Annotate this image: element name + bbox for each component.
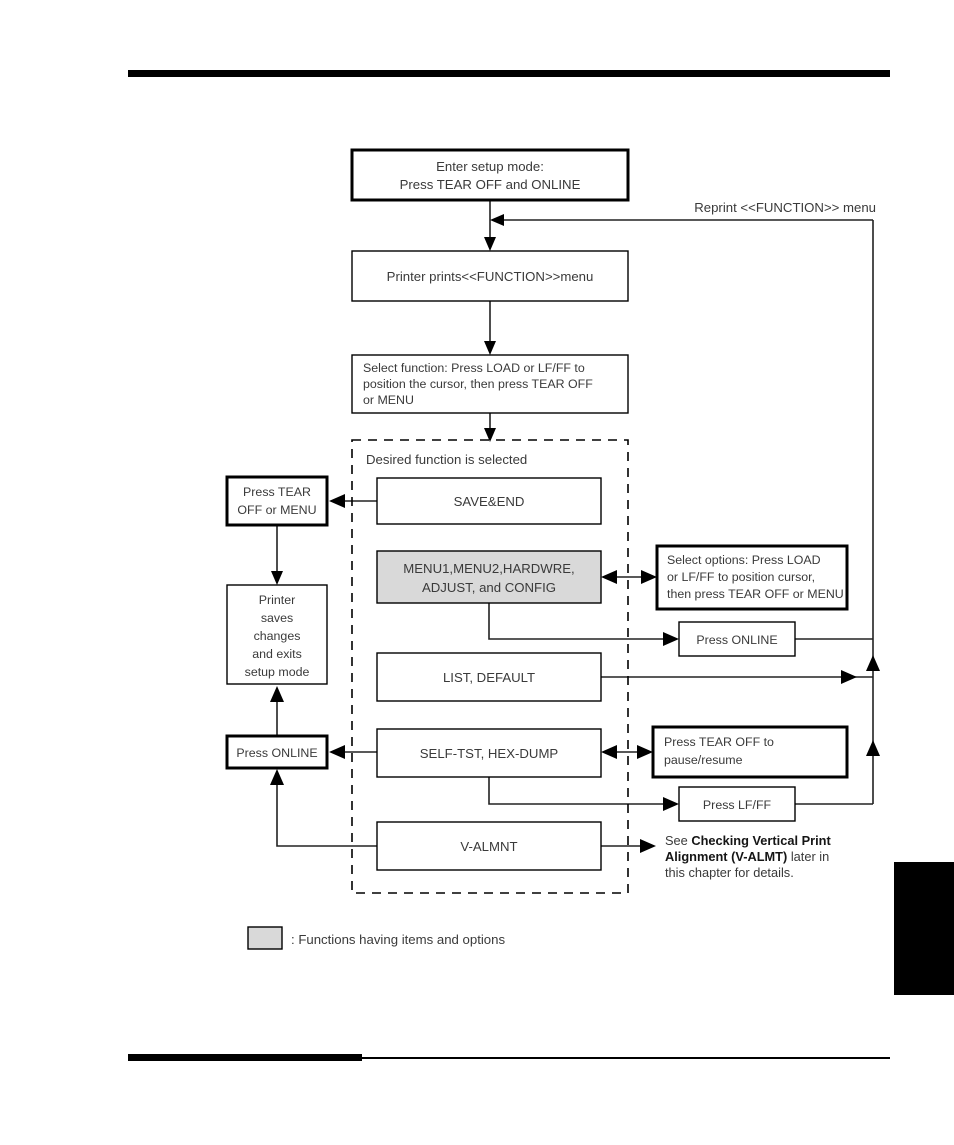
node-select-function: Select function: Press LOAD or LF/FF to …: [351, 354, 629, 414]
note-line2-plain: later in: [787, 849, 829, 864]
press-tear-off-line-1: Press TEAR: [243, 485, 311, 499]
select-function-line-2: position the cursor, then press TEAR OFF: [363, 377, 593, 391]
page-canvas: Desired function is selected Enter setup…: [0, 0, 954, 1145]
edge-valmnt-to-online: [276, 780, 377, 847]
node-save-and-end: SAVE&END: [376, 477, 602, 525]
list-default-label: LIST, DEFAULT: [443, 670, 535, 685]
press-tear-off-line-2: OFF or MENU: [237, 503, 316, 517]
edge-menu-to-online: [488, 603, 670, 640]
select-function-line-3: or MENU: [363, 393, 414, 407]
select-function-line-1: Select function: Press LOAD or LF/FF to: [363, 361, 585, 375]
svg-text:See Checking Vertical Print: See Checking Vertical Print: [665, 833, 831, 848]
legend-label: : Functions having items and options: [291, 932, 505, 947]
arrowhead-up-saves: [270, 686, 284, 702]
dashed-group-label: Desired function is selected: [366, 452, 527, 467]
legend-swatch: [247, 926, 283, 950]
arrowhead-right-lfff: [663, 797, 679, 811]
node-press-online-left: Press ONLINE: [225, 734, 329, 770]
arrowhead-down-1: [484, 237, 496, 251]
note-line1-bold: Checking Vertical Print: [691, 833, 831, 848]
arrowhead-right-options: [641, 570, 657, 584]
menu-group-line-1: MENU1,MENU2,HARDWRE,: [403, 561, 574, 576]
node-v-almnt: V-ALMNT: [376, 821, 602, 871]
arrowhead-right-online: [663, 632, 679, 646]
arrowhead-down-4: [271, 571, 283, 585]
v-almnt-label: V-ALMNT: [460, 839, 517, 854]
arrowhead-up-online: [270, 769, 284, 785]
printer-saves-line-2: saves: [261, 611, 293, 625]
press-tear-off-pause-line-2: pause/resume: [664, 753, 743, 767]
node-press-tear-off-pause-resume: Press TEAR OFF to pause/resume: [651, 725, 849, 779]
node-list-default: LIST, DEFAULT: [376, 652, 602, 702]
node-select-options: Select options: Press LOAD or LF/FF to p…: [655, 544, 849, 611]
note-line2-bold: Alignment (V-ALMT): [665, 849, 787, 864]
setup-mode-flowchart: Desired function is selected Enter setup…: [0, 0, 954, 1145]
self-test-label: SELF-TST, HEX-DUMP: [420, 746, 559, 761]
enter-setup-line-1: Enter setup mode:: [436, 159, 544, 174]
printer-saves-line-1: Printer: [259, 593, 296, 607]
press-online-left-label: Press ONLINE: [236, 746, 317, 760]
legend: : Functions having items and options: [247, 926, 505, 950]
arrowhead-right-pause: [637, 745, 653, 759]
press-online-right-label: Press ONLINE: [696, 633, 777, 647]
node-printer-saves-changes: Printer saves changes and exits setup mo…: [226, 584, 328, 685]
printer-prints-label: Printer prints<<FUNCTION>>menu: [387, 269, 594, 284]
save-and-end-label: SAVE&END: [454, 494, 525, 509]
arrowhead-right-note: [640, 839, 656, 853]
press-lf-ff-label: Press LF/FF: [703, 798, 772, 812]
arrowhead-left-selftest: [601, 745, 617, 759]
select-options-line-2: or LF/FF to position cursor,: [667, 570, 815, 584]
printer-saves-line-3: changes: [254, 629, 301, 643]
node-enter-setup-mode: Enter setup mode: Press TEAR OFF and ONL…: [350, 148, 630, 202]
press-tear-off-pause-line-1: Press TEAR OFF to: [664, 735, 774, 749]
node-self-test-hex-dump: SELF-TST, HEX-DUMP: [376, 728, 602, 778]
select-options-line-1: Select options: Press LOAD: [667, 553, 821, 567]
svg-text:Alignment (V-ALMT) later in: Alignment (V-ALMT) later in: [665, 849, 829, 864]
arrowhead-left-reprint: [490, 214, 504, 226]
select-options-line-3: then press TEAR OFF or MENU: [667, 587, 844, 601]
arrowhead-right-list: [841, 670, 857, 684]
note-v-almt-reference: See Checking Vertical Print Alignment (V…: [665, 833, 831, 880]
node-press-lf-ff: Press LF/FF: [678, 786, 796, 822]
note-line1-plain: See: [665, 833, 691, 848]
arrowhead-left-menu: [601, 570, 617, 584]
enter-setup-line-2: Press TEAR OFF and ONLINE: [400, 177, 581, 192]
edge-label-reprint: Reprint <<FUNCTION>> menu: [694, 200, 876, 215]
edge-selftest-to-lfff: [488, 777, 670, 805]
arrowhead-up-rail-2: [866, 740, 880, 756]
node-printer-prints-function-menu: Printer prints<<FUNCTION>>menu: [351, 250, 629, 302]
printer-saves-line-4: and exits: [252, 647, 302, 661]
node-press-tear-off-or-menu: Press TEAR OFF or MENU: [225, 475, 329, 527]
menu-group-line-2: ADJUST, and CONFIG: [422, 580, 556, 595]
arrowhead-up-rail-1: [866, 655, 880, 671]
arrowhead-left-saveend: [329, 494, 345, 508]
arrowhead-left-online: [329, 745, 345, 759]
printer-saves-line-5: setup mode: [245, 665, 310, 679]
node-menu-hardwre-adjust-config: MENU1,MENU2,HARDWRE, ADJUST, and CONFIG: [376, 550, 602, 604]
node-press-online-right: Press ONLINE: [678, 621, 796, 657]
arrowhead-down-2: [484, 341, 496, 355]
note-line3: this chapter for details.: [665, 865, 794, 880]
